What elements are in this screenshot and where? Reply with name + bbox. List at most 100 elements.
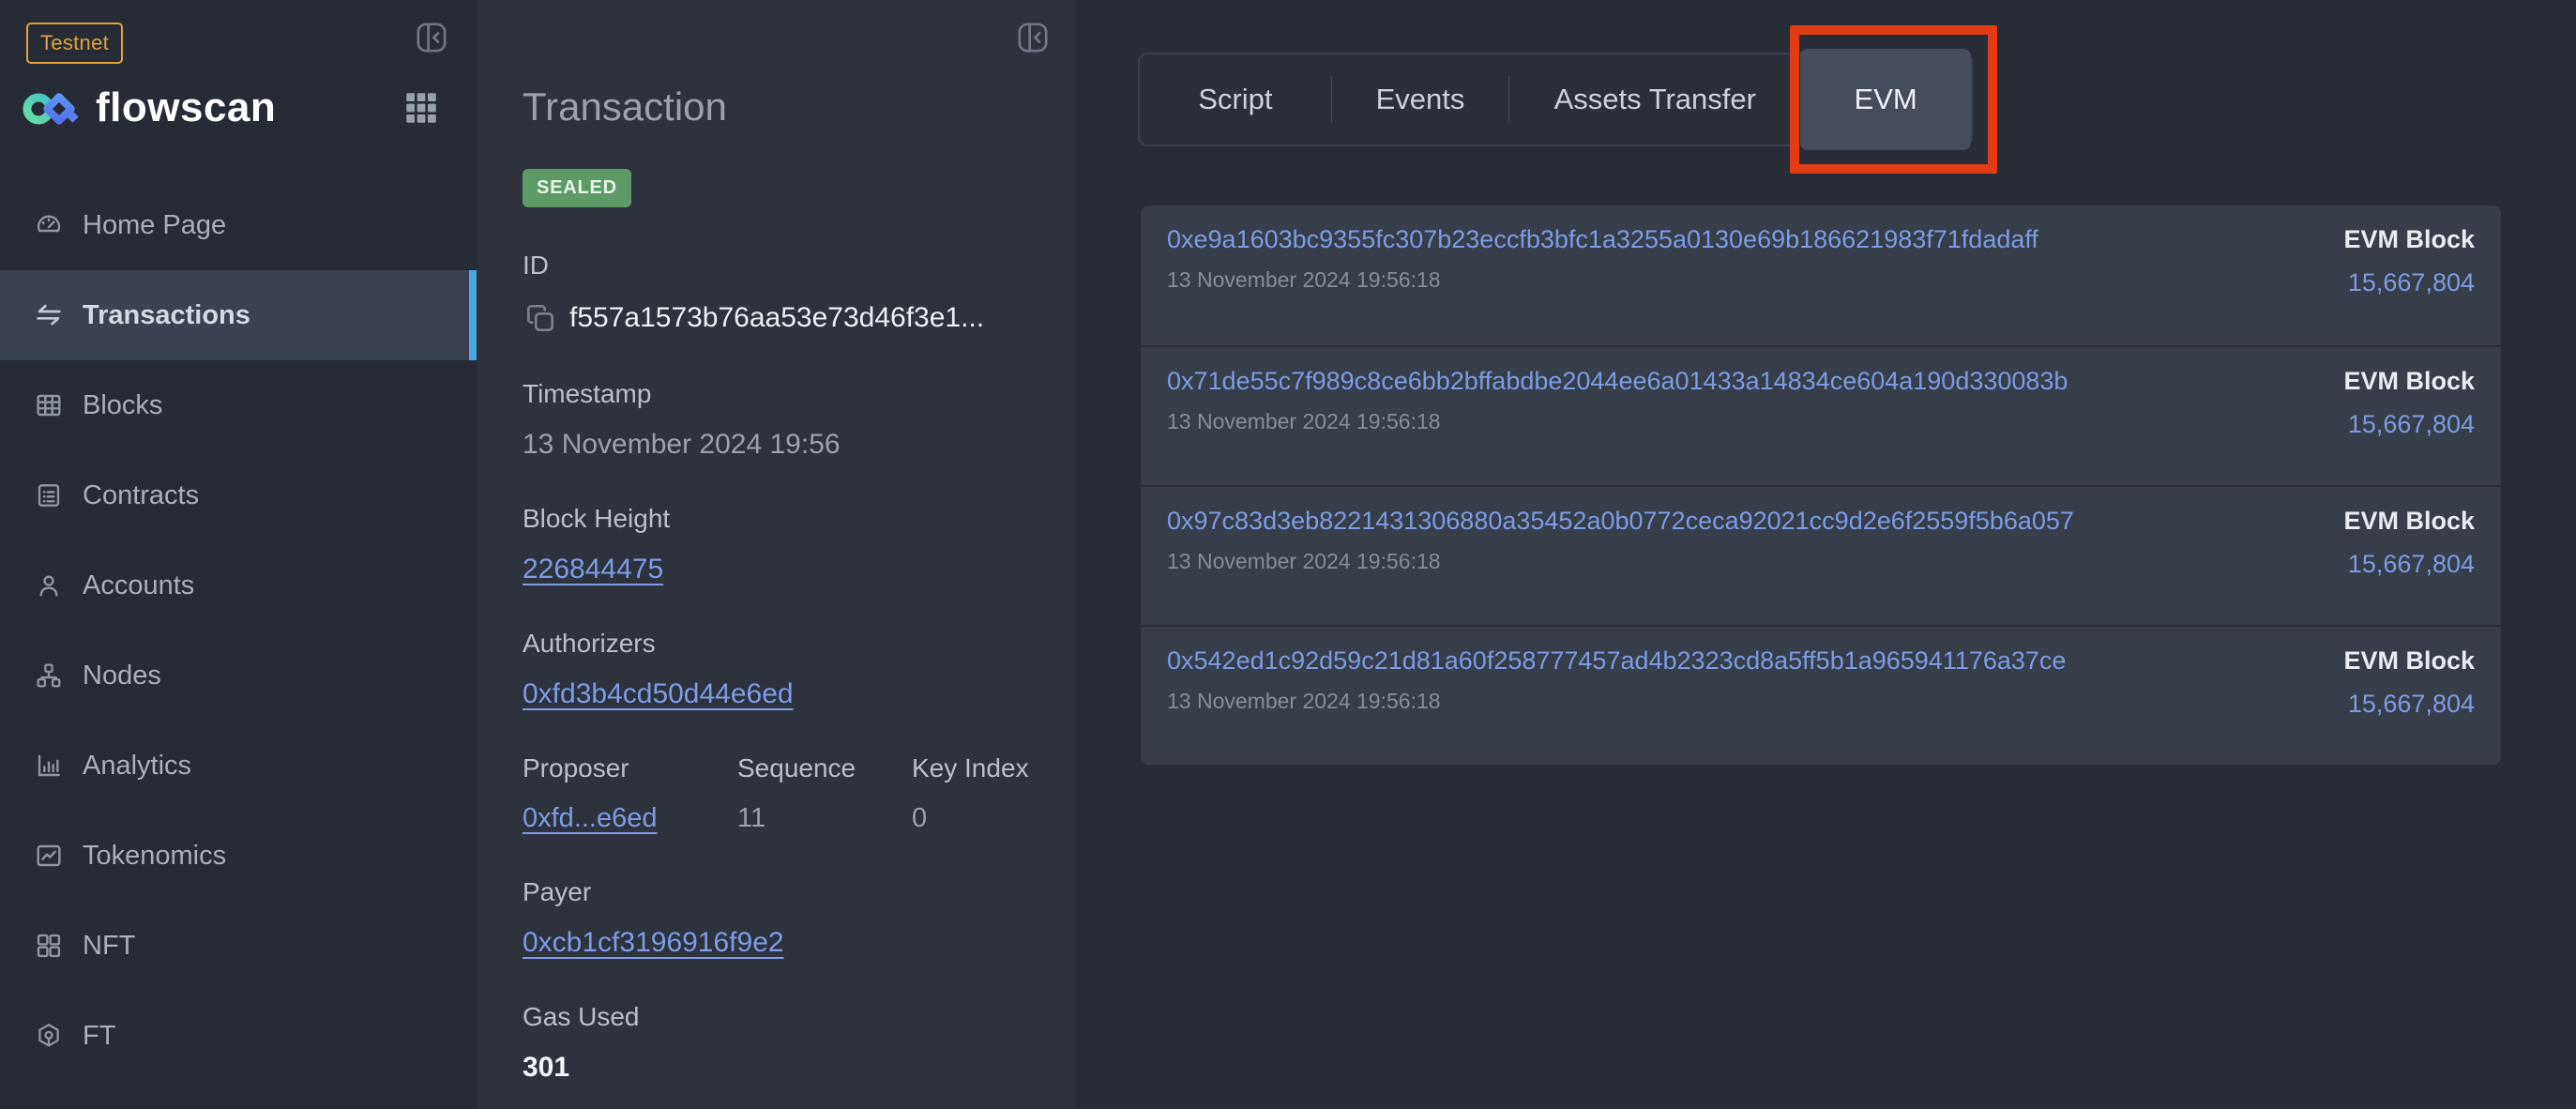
- field-label: Payer: [523, 877, 1048, 907]
- sidebar-item-label: Home Page: [83, 210, 226, 241]
- sidebar: Testnet: [0, 0, 477, 1109]
- sidebar-item-label: Transactions: [83, 300, 250, 331]
- evm-block-label: EVM Block: [2343, 367, 2475, 396]
- evm-transaction-row[interactable]: 0x542ed1c92d59c21d81a60f258777457ad4b232…: [1141, 625, 2501, 765]
- evm-block-number-link[interactable]: 15,667,804: [2343, 550, 2475, 579]
- sidebar-item-nft[interactable]: NFT: [0, 901, 477, 991]
- evm-tx-hash-link[interactable]: 0x542ed1c92d59c21d81a60f258777457ad4b232…: [1167, 646, 2066, 676]
- main-content: Script Events Assets Transfer EVM 0xe9a1…: [1076, 0, 2576, 1109]
- sidebar-item-label: Blocks: [83, 390, 162, 421]
- tab-events[interactable]: Events: [1332, 54, 1509, 144]
- sidebar-item-blocks[interactable]: Blocks: [0, 360, 477, 450]
- evm-tx-timestamp: 13 November 2024 19:56:18: [1167, 689, 2066, 714]
- field-block-height: Block Height 226844475: [523, 504, 1048, 585]
- proposer-link[interactable]: 0xfd...e6ed: [523, 803, 658, 833]
- field-label: Sequence: [737, 753, 912, 783]
- field-authorizers: Authorizers 0xfd3b4cd50d44e6ed: [523, 629, 1048, 710]
- evm-tx-timestamp: 13 November 2024 19:56:18: [1167, 267, 2038, 293]
- evm-block-number-link[interactable]: 15,667,804: [2343, 410, 2475, 439]
- evm-block-label: EVM Block: [2343, 507, 2475, 536]
- panel-collapse-icon: [413, 45, 450, 59]
- table-grid-icon: [34, 390, 64, 420]
- transaction-id-value: f557a1573b76aa53e73d46f3e1...: [569, 302, 984, 334]
- sidebar-item-accounts[interactable]: Accounts: [0, 540, 477, 630]
- block-height-link[interactable]: 226844475: [523, 554, 663, 585]
- field-timestamp: Timestamp 13 November 2024 19:56: [523, 379, 1048, 461]
- evm-tx-timestamp: 13 November 2024 19:56:18: [1167, 409, 2068, 434]
- hierarchy-icon: [34, 661, 64, 691]
- field-label: ID: [523, 251, 1048, 281]
- transaction-detail-panel: Transaction SEALED ID f557a1573b76aa53e7…: [477, 0, 1076, 1109]
- sidebar-collapse-button[interactable]: [413, 19, 450, 56]
- apps-grid-button[interactable]: [402, 88, 441, 128]
- grid-icon: [402, 116, 441, 130]
- flowscan-logo-icon: [23, 77, 81, 140]
- token-cube-icon: [34, 1021, 64, 1051]
- brand[interactable]: flowscan: [23, 77, 276, 139]
- panel-collapse-button[interactable]: [1014, 19, 1052, 56]
- network-badge: Testnet: [26, 23, 123, 64]
- gas-used-value: 301: [523, 1052, 1048, 1084]
- evm-transaction-list: 0xe9a1603bc9355fc307b23eccfb3bfc1a3255a0…: [1141, 205, 2501, 765]
- document-list-icon: [34, 480, 64, 510]
- sidebar-item-transactions[interactable]: Transactions: [0, 270, 477, 360]
- copy-button[interactable]: [523, 300, 558, 336]
- authorizer-link[interactable]: 0xfd3b4cd50d44e6ed: [523, 678, 794, 709]
- field-label: Key Index: [912, 753, 1029, 783]
- tab-assets-transfer[interactable]: Assets Transfer: [1509, 54, 1800, 144]
- gauge-icon: [34, 210, 64, 240]
- evm-block-label: EVM Block: [2343, 646, 2475, 676]
- bar-chart-icon: [34, 751, 64, 781]
- evm-transaction-row[interactable]: 0x97c83d3eb8221431306880a35452a0b0772cec…: [1141, 485, 2501, 625]
- field-proposer-group: Proposer 0xfd...e6ed Sequence 11 Key Ind…: [523, 753, 1048, 834]
- evm-tx-hash-link[interactable]: 0xe9a1603bc9355fc307b23eccfb3bfc1a3255a0…: [1167, 225, 2038, 254]
- sidebar-item-label: Analytics: [83, 751, 191, 782]
- key-index-value: 0: [912, 803, 1029, 834]
- page-title: Transaction: [523, 0, 1048, 129]
- flowscan-app: Testnet: [0, 0, 2576, 1109]
- evm-block-number-link[interactable]: 15,667,804: [2343, 690, 2475, 719]
- timestamp-value: 13 November 2024 19:56: [523, 429, 1048, 461]
- sidebar-item-label: Nodes: [83, 661, 161, 691]
- sidebar-item-label: Accounts: [83, 570, 194, 601]
- evm-tx-hash-link[interactable]: 0x71de55c7f989c8ce6bb2bffabdbe2044ee6a01…: [1167, 367, 2068, 396]
- evm-block-label: EVM Block: [2343, 225, 2475, 254]
- field-label: Proposer: [523, 753, 737, 783]
- sidebar-item-label: FT: [83, 1021, 115, 1052]
- transaction-tabs: Script Events Assets Transfer EVM: [1138, 53, 1973, 146]
- sidebar-item-label: NFT: [83, 931, 135, 962]
- evm-tx-hash-link[interactable]: 0x97c83d3eb8221431306880a35452a0b0772cec…: [1167, 507, 2074, 536]
- sidebar-item-nodes[interactable]: Nodes: [0, 630, 477, 721]
- brand-name: flowscan: [96, 84, 276, 131]
- sidebar-item-label: Contracts: [83, 480, 199, 511]
- field-label: Authorizers: [523, 629, 1048, 659]
- field-gas-used: Gas Used 301: [523, 1002, 1048, 1084]
- panel-collapse-icon: [1014, 45, 1052, 59]
- field-id: ID f557a1573b76aa53e73d46f3e1...: [523, 251, 1048, 336]
- tab-script[interactable]: Script: [1140, 54, 1331, 144]
- sidebar-item-label: Tokenomics: [83, 841, 226, 872]
- tab-evm[interactable]: EVM: [1800, 49, 1971, 150]
- sidebar-menu: Home Page Transactions: [0, 180, 477, 1081]
- evm-transaction-row[interactable]: 0xe9a1603bc9355fc307b23eccfb3bfc1a3255a0…: [1141, 205, 2501, 345]
- status-badge: SEALED: [523, 169, 631, 207]
- sidebar-item-tokenomics[interactable]: Tokenomics: [0, 811, 477, 901]
- evm-block-number-link[interactable]: 15,667,804: [2343, 268, 2475, 297]
- sidebar-item-analytics[interactable]: Analytics: [0, 721, 477, 811]
- evm-transaction-row[interactable]: 0x71de55c7f989c8ce6bb2bffabdbe2044ee6a01…: [1141, 345, 2501, 485]
- line-chart-icon: [34, 841, 64, 871]
- payer-link[interactable]: 0xcb1cf3196916f9e2: [523, 927, 784, 958]
- field-label: Block Height: [523, 504, 1048, 534]
- field-label: Timestamp: [523, 379, 1048, 409]
- four-squares-icon: [34, 931, 64, 961]
- sidebar-item-contracts[interactable]: Contracts: [0, 450, 477, 540]
- person-icon: [34, 570, 64, 600]
- copy-icon: [523, 325, 558, 339]
- sidebar-item-ft[interactable]: FT: [0, 991, 477, 1081]
- swap-arrows-icon: [34, 300, 64, 330]
- evm-tx-timestamp: 13 November 2024 19:56:18: [1167, 549, 2074, 574]
- field-label: Gas Used: [523, 1002, 1048, 1032]
- sequence-value: 11: [737, 803, 912, 834]
- sidebar-item-home-page[interactable]: Home Page: [0, 180, 477, 270]
- field-payer: Payer 0xcb1cf3196916f9e2: [523, 877, 1048, 959]
